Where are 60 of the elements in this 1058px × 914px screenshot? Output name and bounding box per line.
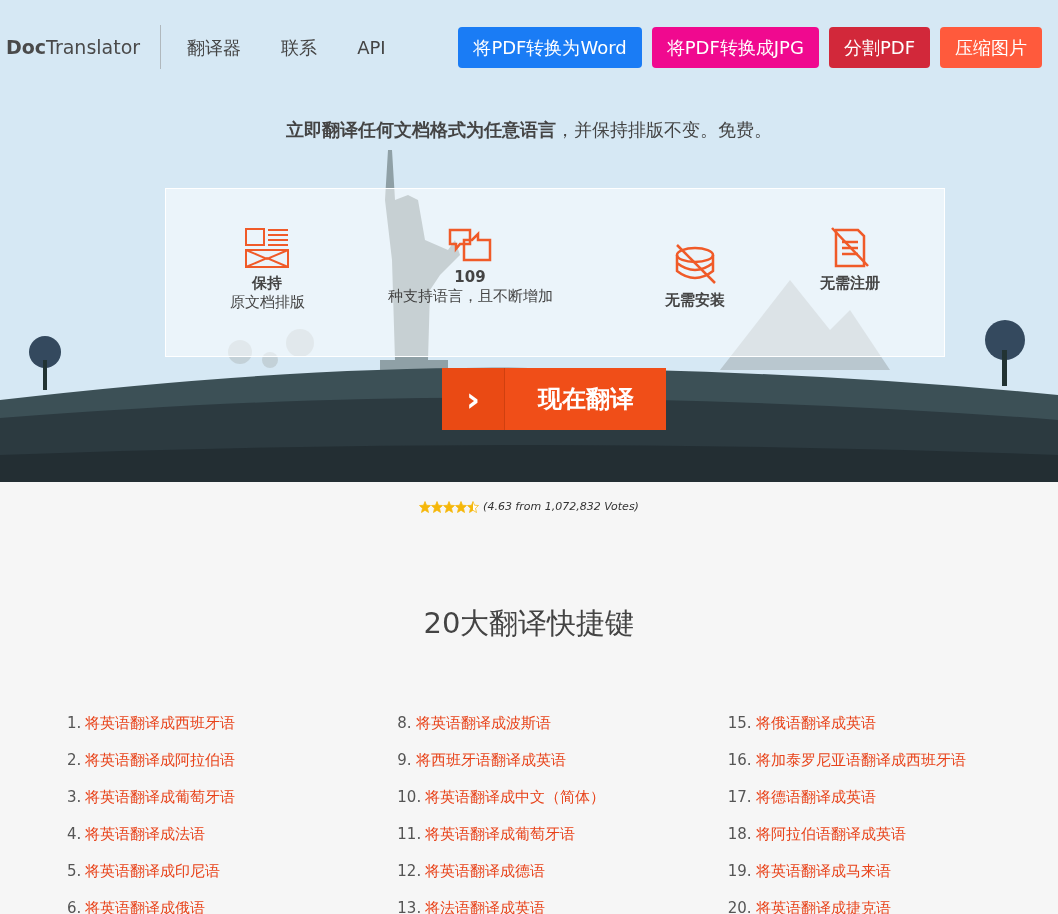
feature-title: 保持 (252, 274, 282, 293)
list-number: 4. (67, 824, 82, 845)
list-number: 12. (397, 861, 422, 882)
site-logo[interactable]: DocTranslator (6, 25, 162, 69)
translate-now-button[interactable]: › 现在翻译 (442, 368, 666, 430)
translation-link[interactable]: 将英语翻译成法语 (85, 824, 206, 845)
nav-button[interactable]: 压缩图片 (940, 26, 1042, 68)
translation-link[interactable]: 将英语翻译成阿拉伯语 (85, 750, 236, 771)
list-number: 6. (67, 898, 82, 914)
feature-title: 无需注册 (820, 274, 880, 293)
list-number: 3. (67, 787, 82, 808)
list-number: 13. (397, 898, 422, 914)
translation-link[interactable]: 将英语翻译成西班牙语 (85, 713, 236, 734)
translation-link[interactable]: 将加泰罗尼亚语翻译成西班牙语 (755, 750, 966, 771)
rating-text: (4.63 from 1,072,832 Votes) (483, 499, 639, 515)
translation-link[interactable]: 将俄语翻译成英语 (755, 713, 876, 734)
translation-link[interactable]: 将英语翻译成印尼语 (85, 861, 221, 882)
list-number: 18. (727, 824, 752, 845)
star-icon (455, 501, 468, 514)
translation-link[interactable]: 将英语翻译成葡萄牙语 (85, 787, 236, 808)
nav-link[interactable]: API (357, 33, 386, 61)
star-icon (431, 501, 444, 514)
feature-title: 无需安装 (665, 291, 725, 310)
list-number: 2. (67, 750, 82, 771)
no-registration-icon (830, 226, 870, 268)
feature-subtitle: 种支持语言，且不断增加 (387, 287, 553, 306)
translation-link[interactable]: 将英语翻译成葡萄牙语 (425, 824, 576, 845)
translation-link[interactable]: 将德语翻译成英语 (755, 787, 876, 808)
nav-link[interactable]: 联系 (281, 33, 318, 61)
layout-icon (245, 228, 289, 268)
nav-button[interactable]: 分割PDF (828, 26, 930, 68)
nav-button[interactable]: 将PDF转换成JPG (651, 26, 819, 68)
nav-link[interactable]: 翻译器 (187, 33, 242, 61)
list-number: 17. (727, 787, 752, 808)
list-number: 9. (397, 750, 412, 771)
translation-link[interactable]: 将英语翻译成中文（简体） (425, 787, 606, 808)
feature-title: 109 (454, 268, 486, 287)
no-install-icon (673, 243, 717, 285)
translation-link[interactable]: 将英语翻译成波斯语 (415, 713, 551, 734)
list-number: 11. (397, 824, 422, 845)
tagline: 立即翻译任何文档格式为任意语言，并保持排版不变。免费。 (285, 118, 773, 142)
list-number: 16. (727, 750, 752, 771)
translation-link[interactable]: 将西班牙语翻译成英语 (415, 750, 566, 771)
list-number: 19. (727, 861, 752, 882)
feature-subtitle: 原文档排版 (229, 293, 305, 312)
translation-link[interactable]: 将英语翻译成马来语 (755, 861, 891, 882)
speech-bubbles-icon (448, 228, 492, 262)
list-number: 1. (67, 713, 82, 734)
section-title: 20大翻译快捷键 (422, 604, 636, 642)
star-icon (443, 501, 456, 514)
list-number: 20. (727, 898, 752, 914)
star-icon (419, 501, 432, 514)
translation-link[interactable]: 将英语翻译成德语 (425, 861, 546, 882)
list-number: 5. (67, 861, 82, 882)
star-icon (467, 501, 480, 514)
list-number: 15. (727, 713, 752, 734)
list-number: 8. (397, 713, 412, 734)
list-number: 10. (397, 787, 422, 808)
nav-button[interactable]: 将PDF转换为Word (458, 26, 642, 68)
translation-link[interactable]: 将阿拉伯语翻译成英语 (755, 824, 906, 845)
